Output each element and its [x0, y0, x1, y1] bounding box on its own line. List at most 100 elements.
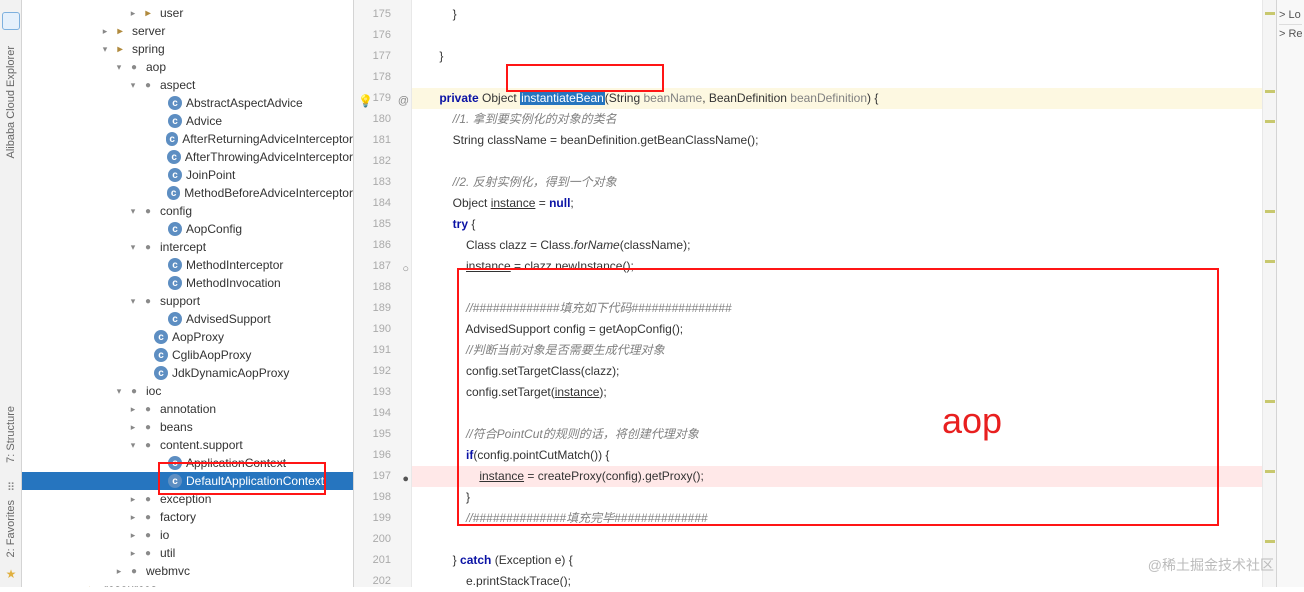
- pkg-content-support[interactable]: ▾●content.support: [22, 436, 353, 454]
- line-number[interactable]: 192: [354, 361, 411, 382]
- breakpoint-icon[interactable]: ●: [395, 469, 409, 483]
- project-tree[interactable]: ▸▸user▸▸server▾▸spring▾●aop▾●aspectcAbst…: [22, 0, 354, 587]
- line-number[interactable]: 202: [354, 571, 411, 592]
- line-number[interactable]: 194: [354, 403, 411, 424]
- folder-server[interactable]: ▸▸server: [22, 22, 353, 40]
- pkg-ioc[interactable]: ▾●ioc: [22, 382, 353, 400]
- pkg-exception[interactable]: ▸●exception: [22, 490, 353, 508]
- tree-arrow[interactable]: ▸: [126, 422, 140, 433]
- tree-arrow[interactable]: ▾: [112, 62, 126, 73]
- override-icon[interactable]: ○: [395, 259, 409, 273]
- right-panel[interactable]: > Lo > Re: [1276, 0, 1304, 587]
- pkg-intercept[interactable]: ▾●intercept: [22, 238, 353, 256]
- code-line[interactable]: [412, 25, 1262, 46]
- pkg-webmvc[interactable]: ▸●webmvc: [22, 562, 353, 580]
- code-line[interactable]: instance = clazz.newInstance();: [412, 256, 1262, 277]
- code-line[interactable]: AdvisedSupport config = getAopConfig();: [412, 319, 1262, 340]
- cloud-icon[interactable]: [2, 12, 20, 30]
- tree-arrow[interactable]: ▸: [126, 530, 140, 541]
- code-line[interactable]: //判断当前对象是否需要生成代理对象: [412, 340, 1262, 361]
- code-line[interactable]: e.printStackTrace();: [412, 571, 1262, 587]
- tree-arrow[interactable]: ▸: [126, 494, 140, 505]
- tree-arrow[interactable]: ▾: [112, 386, 126, 397]
- class-application-context[interactable]: cApplicationContext: [22, 454, 353, 472]
- line-number[interactable]: 182: [354, 151, 411, 172]
- class-method-interceptor[interactable]: cMethodInterceptor: [22, 256, 353, 274]
- pkg-util[interactable]: ▸●util: [22, 544, 353, 562]
- code-line[interactable]: }: [412, 487, 1262, 508]
- line-number[interactable]: 190: [354, 319, 411, 340]
- pkg-aspect[interactable]: ▾●aspect: [22, 76, 353, 94]
- code-line[interactable]: [412, 277, 1262, 298]
- tree-arrow[interactable]: ▸: [126, 404, 140, 415]
- gutter[interactable]: 175176177178179💡@18018118218318418518618…: [354, 0, 412, 587]
- line-number[interactable]: 183: [354, 172, 411, 193]
- class-jdk-dynamic-aop-proxy[interactable]: cJdkDynamicAopProxy: [22, 364, 353, 382]
- pkg-beans[interactable]: ▸●beans: [22, 418, 353, 436]
- code-line[interactable]: } catch (Exception e) {: [412, 550, 1262, 571]
- line-number[interactable]: 193: [354, 382, 411, 403]
- line-number[interactable]: 189: [354, 298, 411, 319]
- tree-arrow[interactable]: ▸: [126, 512, 140, 523]
- code-line[interactable]: try {: [412, 214, 1262, 235]
- code-line[interactable]: }: [412, 4, 1262, 25]
- folder-spring[interactable]: ▾▸spring: [22, 40, 353, 58]
- tree-arrow[interactable]: ▸: [126, 8, 140, 19]
- line-number[interactable]: 175: [354, 4, 411, 25]
- pkg-factory[interactable]: ▸●factory: [22, 508, 353, 526]
- line-number[interactable]: 200: [354, 529, 411, 550]
- class-after-throwing-advice-interceptor[interactable]: cAfterThrowingAdviceInterceptor: [22, 148, 353, 166]
- code-line[interactable]: [412, 403, 1262, 424]
- line-number[interactable]: 187○: [354, 256, 411, 277]
- line-number[interactable]: 184: [354, 193, 411, 214]
- line-number[interactable]: 201: [354, 550, 411, 571]
- tree-arrow[interactable]: ▾: [126, 242, 140, 253]
- error-stripe[interactable]: [1262, 0, 1276, 587]
- line-number[interactable]: 196: [354, 445, 411, 466]
- line-number[interactable]: 186: [354, 235, 411, 256]
- line-number[interactable]: 185: [354, 214, 411, 235]
- code-line[interactable]: [412, 529, 1262, 550]
- code-line[interactable]: //符合PointCut的规则的话，将创建代理对象: [412, 424, 1262, 445]
- tree-arrow[interactable]: ▸: [126, 548, 140, 559]
- structure-label[interactable]: 7: Structure: [5, 406, 17, 463]
- line-number[interactable]: 197●: [354, 466, 411, 487]
- pkg-annotation[interactable]: ▸●annotation: [22, 400, 353, 418]
- line-number[interactable]: 191: [354, 340, 411, 361]
- code-line[interactable]: [412, 67, 1262, 88]
- class-abstract-aspect-advice[interactable]: cAbstractAspectAdvice: [22, 94, 353, 112]
- code-area[interactable]: } } private Object instantiateBean(Strin…: [412, 0, 1262, 587]
- line-number[interactable]: 181: [354, 130, 411, 151]
- line-number[interactable]: 178: [354, 67, 411, 88]
- tree-arrow[interactable]: ▾: [126, 296, 140, 307]
- line-number[interactable]: 177: [354, 46, 411, 67]
- pkg-config[interactable]: ▾●config: [22, 202, 353, 220]
- code-line[interactable]: //#############填充如下代码###############: [412, 298, 1262, 319]
- code-line[interactable]: String className = beanDefinition.getBea…: [412, 130, 1262, 151]
- method-signature-line[interactable]: private Object instantiateBean(String be…: [412, 88, 1262, 109]
- pkg-io[interactable]: ▸●io: [22, 526, 353, 544]
- code-line[interactable]: config.setTargetClass(clazz);: [412, 361, 1262, 382]
- line-number[interactable]: 195: [354, 424, 411, 445]
- pkg-support[interactable]: ▾●support: [22, 292, 353, 310]
- class-advised-support[interactable]: cAdvisedSupport: [22, 310, 353, 328]
- code-line[interactable]: [412, 151, 1262, 172]
- right-panel-item-1[interactable]: > Lo: [1279, 9, 1302, 25]
- tree-arrow[interactable]: ▾: [126, 440, 140, 451]
- code-line[interactable]: instance = createProxy(config).getProxy(…: [412, 466, 1262, 487]
- class-cglib-aop-proxy[interactable]: cCglibAopProxy: [22, 346, 353, 364]
- tree-arrow[interactable]: ▾: [126, 80, 140, 91]
- tree-arrow[interactable]: ▾: [126, 206, 140, 217]
- class-after-returning-advice-interceptor[interactable]: cAfterReturningAdviceInterceptor: [22, 130, 353, 148]
- favorites-label[interactable]: 2: Favorites: [5, 500, 17, 557]
- line-number[interactable]: 179💡@: [354, 88, 411, 109]
- class-default-application-context[interactable]: cDefaultApplicationContext: [22, 472, 353, 490]
- code-line[interactable]: Class clazz = Class.forName(className);: [412, 235, 1262, 256]
- code-line[interactable]: //##############填充完毕##############: [412, 508, 1262, 529]
- tree-arrow[interactable]: ▸: [112, 566, 126, 577]
- code-line[interactable]: Object instance = null;: [412, 193, 1262, 214]
- class-aop-proxy[interactable]: cAopProxy: [22, 328, 353, 346]
- tree-arrow[interactable]: ▾: [98, 44, 112, 55]
- class-advice[interactable]: cAdvice: [22, 112, 353, 130]
- folder-resources[interactable]: ▸▸resources: [22, 580, 353, 587]
